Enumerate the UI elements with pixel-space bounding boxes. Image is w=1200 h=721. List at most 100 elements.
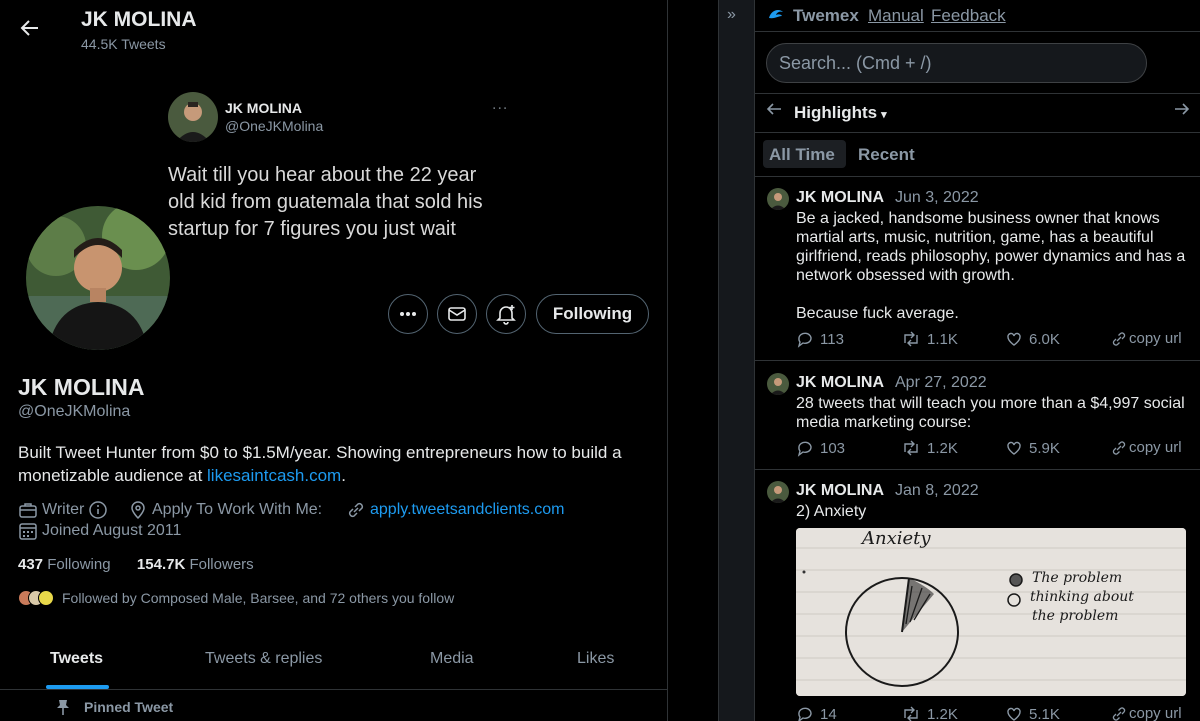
retweet-count: 1.2K <box>927 439 958 457</box>
tweet-avatar <box>767 481 789 503</box>
tweet-text: 2) Anxiety <box>796 503 867 520</box>
highlights-label: Highlights <box>794 103 878 122</box>
mail-icon <box>448 307 466 321</box>
location-pin-icon <box>131 501 145 520</box>
collapse-chevron-icon[interactable]: » <box>727 6 736 24</box>
tweet-author: JK MOLINA <box>796 189 884 206</box>
copy-url-label: copy url <box>1129 439 1182 456</box>
tab-likes[interactable]: Likes <box>577 650 614 668</box>
followed-by-text: Followed by Composed Male, Barsee, and 7… <box>62 590 455 606</box>
followed-by[interactable]: Followed by Composed Male, Barsee, and 7… <box>18 590 454 606</box>
profile-joined: Joined August 2011 <box>18 521 181 541</box>
job-label: Writer <box>42 501 85 518</box>
banner-more-icon: ... <box>492 96 509 113</box>
link-icon <box>1112 440 1126 455</box>
reply-action[interactable]: 103 <box>796 439 845 457</box>
twemex-title: Twemex <box>793 6 859 25</box>
copy-url-action[interactable]: copy url <box>1111 439 1182 456</box>
reply-count: 103 <box>820 439 846 457</box>
tweet-date[interactable]: Jan 8, 2022 <box>895 482 979 500</box>
follower-avatars <box>18 590 54 606</box>
reply-icon <box>798 707 812 721</box>
following-count: 437 <box>18 556 44 573</box>
profile-pane: JK MOLINA 44.5K Tweets JK MOLINA @OneJKM… <box>0 0 668 721</box>
twemex-sidebar: Twemex Manual Feedback Search... (Cmd + … <box>754 0 1200 721</box>
like-action[interactable]: 6.0K <box>1005 330 1060 348</box>
divider <box>755 469 1200 470</box>
link-icon <box>1112 331 1126 346</box>
profile-bio: Built Tweet Hunter from $0 to $1.5M/year… <box>18 441 648 487</box>
profile-handle: @OneJKMolina <box>18 403 131 420</box>
copy-url-label: copy url <box>1129 705 1182 721</box>
reply-action[interactable]: 14 <box>796 705 837 721</box>
pinned-text: Pinned Tweet <box>84 699 174 715</box>
following-button[interactable]: Following <box>536 294 649 334</box>
tab-tweets-replies[interactable]: Tweets & replies <box>205 650 322 668</box>
profile-website[interactable]: apply.tweetsandclients.com <box>346 500 564 520</box>
reply-count: 113 <box>820 330 844 348</box>
heart-icon <box>1007 441 1021 455</box>
highlights-dropdown[interactable]: Highlights ▾ <box>794 103 887 123</box>
bio-end: . <box>341 466 346 485</box>
calendar-icon <box>19 523 37 540</box>
reply-action[interactable]: 113 <box>796 330 844 348</box>
message-button[interactable] <box>437 294 477 334</box>
banner-handle: @OneJKMolina <box>225 118 324 134</box>
reply-icon <box>797 441 812 457</box>
more-options-button[interactable] <box>388 294 428 334</box>
twemex-logo-icon <box>767 6 787 24</box>
followers-stat[interactable]: 154.7K Followers <box>137 556 254 573</box>
back-arrow-icon[interactable] <box>18 16 42 40</box>
followers-label: Followers <box>189 556 254 573</box>
location-label: Apply To Work With Me: <box>152 501 323 518</box>
tweet-avatar <box>767 188 789 210</box>
retweet-action[interactable]: 1.2K <box>901 439 958 457</box>
link-icon <box>1112 706 1126 721</box>
banner-avatar <box>168 92 218 142</box>
heart-icon <box>1007 707 1021 721</box>
notify-button[interactable] <box>486 294 526 334</box>
profile-avatar[interactable] <box>23 203 173 353</box>
next-arrow-icon[interactable] <box>1173 100 1191 118</box>
tweet-author: JK MOLINA <box>796 374 884 391</box>
retweet-action[interactable]: 1.1K <box>901 330 958 348</box>
prev-arrow-icon[interactable] <box>765 100 783 118</box>
tweet-avatar <box>767 373 789 395</box>
retweet-icon <box>904 440 918 456</box>
segment-recent[interactable]: Recent <box>858 145 915 165</box>
follower-avatar <box>38 590 54 606</box>
twemex-toggle-strip: » <box>718 0 754 721</box>
divider <box>755 31 1200 32</box>
segment-all-time[interactable]: All Time <box>769 145 835 165</box>
profile-job: Writer <box>18 500 108 520</box>
manual-link[interactable]: Manual <box>868 6 924 26</box>
bio-link[interactable]: likesaintcash.com <box>207 466 341 485</box>
info-icon <box>89 501 108 519</box>
tweet-date[interactable]: Jun 3, 2022 <box>895 189 979 207</box>
profile-name: JK MOLINA <box>18 374 145 400</box>
copy-url-action[interactable]: copy url <box>1111 330 1182 347</box>
divider <box>755 132 1200 133</box>
like-action[interactable]: 5.9K <box>1005 439 1060 457</box>
like-count: 5.9K <box>1029 439 1060 457</box>
like-count: 5.1K <box>1029 705 1060 721</box>
heart-icon <box>1007 332 1021 346</box>
tweet-date[interactable]: Apr 27, 2022 <box>895 374 987 392</box>
website-link[interactable]: apply.tweetsandclients.com <box>370 501 564 519</box>
copy-url-action[interactable]: copy url <box>1111 705 1182 721</box>
like-action[interactable]: 5.1K <box>1005 705 1060 721</box>
feedback-link[interactable]: Feedback <box>931 6 1006 26</box>
profile-location: Apply To Work With Me: <box>128 500 322 520</box>
tweet-image[interactable]: Anxiety The problem thinking about the p… <box>796 528 1186 696</box>
tab-media[interactable]: Media <box>430 650 474 668</box>
search-input[interactable]: Search... (Cmd + /) <box>766 43 1147 83</box>
retweet-action[interactable]: 1.2K <box>901 705 958 721</box>
banner-name: JK MOLINA <box>225 100 302 116</box>
like-count: 6.0K <box>1029 330 1060 348</box>
image-legend-2: thinking about <box>1030 589 1134 605</box>
following-stat[interactable]: 437 Following <box>18 556 111 573</box>
tab-tweets[interactable]: Tweets <box>50 650 103 668</box>
retweet-count: 1.1K <box>927 330 958 348</box>
copy-url-label: copy url <box>1129 330 1182 347</box>
tweet-author: JK MOLINA <box>796 482 884 499</box>
